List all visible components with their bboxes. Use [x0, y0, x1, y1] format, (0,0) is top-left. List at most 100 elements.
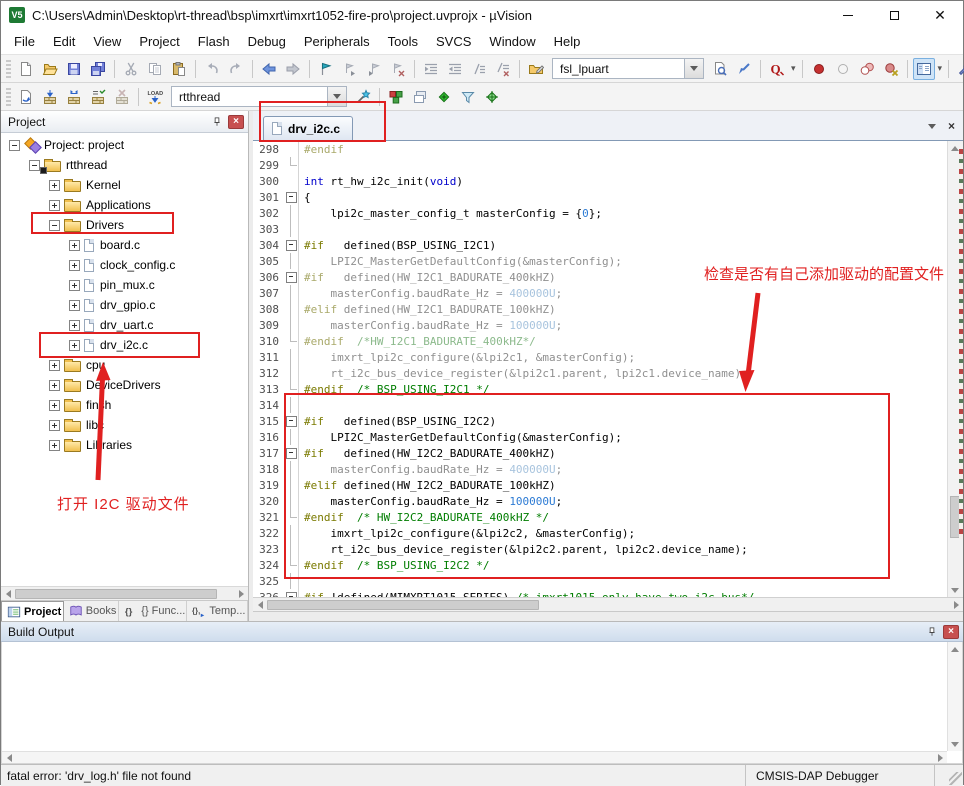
window-layout-button[interactable] [913, 58, 935, 80]
build-button[interactable] [39, 86, 61, 108]
code-line-308[interactable]: 308#elif defined(HW_I2C1_BADURATE_100kHZ… [253, 301, 947, 317]
menu-flash[interactable]: Flash [189, 30, 239, 53]
code-line-315[interactable]: 315#if defined(BSP_USING_I2C2) [253, 413, 947, 429]
expand-icon[interactable] [49, 200, 60, 211]
bp-kill-all-button[interactable] [880, 58, 902, 80]
pack-installer-button[interactable] [481, 86, 503, 108]
target-dropdown-button[interactable] [327, 87, 346, 106]
menu-edit[interactable]: Edit [44, 30, 84, 53]
code-line-319[interactable]: 319#elif defined(HW_I2C2_BADURATE_100kHZ… [253, 477, 947, 493]
save-all-button[interactable] [87, 58, 109, 80]
code-line-313[interactable]: 313#endif /* BSP_USING_I2C1 */ [253, 381, 947, 397]
fold-collapse-icon[interactable] [283, 589, 299, 597]
target-combobox[interactable]: rtthread [171, 86, 347, 107]
redo-button[interactable] [225, 58, 247, 80]
menu-project[interactable]: Project [130, 30, 188, 53]
build-output-content[interactable] [1, 642, 963, 764]
software-packs-button[interactable] [433, 86, 455, 108]
build-output-close-icon[interactable]: × [943, 625, 959, 639]
collapse-icon[interactable] [29, 160, 40, 171]
tree-item-libraries[interactable]: Libraries [1, 435, 248, 455]
undo-button[interactable] [201, 58, 223, 80]
find-combobox[interactable]: fsl_lpuart [552, 58, 704, 79]
scroll-up-icon[interactable] [948, 642, 962, 656]
manage-items-button[interactable] [409, 86, 431, 108]
scroll-right-icon[interactable] [933, 751, 947, 765]
tree-item-kernel[interactable]: Kernel [1, 175, 248, 195]
code-line-306[interactable]: 306#if defined(HW_I2C1_BADURATE_400kHZ) [253, 269, 947, 285]
scroll-down-icon[interactable] [948, 737, 962, 751]
find-in-files-button[interactable] [709, 58, 731, 80]
tree-item-devicedrivers[interactable]: DeviceDrivers [1, 375, 248, 395]
project-tree-hscrollbar[interactable] [1, 586, 248, 600]
menu-help[interactable]: Help [545, 30, 590, 53]
code-line-324[interactable]: 324#endif /* BSP_USING_I2C2 */ [253, 557, 947, 573]
scrollbar-thumb[interactable] [267, 600, 539, 610]
tree-item-drv-gpio-c[interactable]: drv_gpio.c [1, 295, 248, 315]
tree-item-finsh[interactable]: finsh [1, 395, 248, 415]
code-editor[interactable]: 298#endif299300int rt_hw_i2c_init(void)3… [253, 141, 947, 597]
project-panel-close-icon[interactable]: × [228, 115, 244, 129]
code-line-322[interactable]: 322 imxrt_lpi2c_configure(&lpi2c2, &mast… [253, 525, 947, 541]
paste-button[interactable] [168, 58, 190, 80]
target-value[interactable]: rtthread [172, 90, 327, 104]
scroll-left-icon[interactable] [2, 751, 16, 765]
tree-item-drv-i2c-c[interactable]: drv_i2c.c [1, 335, 248, 355]
fold-collapse-icon[interactable] [283, 445, 299, 461]
rebuild-button[interactable] [63, 86, 85, 108]
fold-collapse-icon[interactable] [283, 189, 299, 205]
expand-icon[interactable] [49, 380, 60, 391]
target-options-button[interactable] [352, 86, 374, 108]
code-line-298[interactable]: 298#endif [253, 141, 947, 157]
tree-item-clock-config-c[interactable]: clock_config.c [1, 255, 248, 275]
cut-button[interactable] [120, 58, 142, 80]
toolbar-grip[interactable] [6, 60, 11, 78]
configure-wrench-button[interactable] [954, 58, 964, 80]
code-line-303[interactable]: 303 [253, 221, 947, 237]
fold-collapse-icon[interactable] [283, 413, 299, 429]
expand-icon[interactable] [49, 360, 60, 371]
save-button[interactable] [63, 58, 85, 80]
filter-button[interactable] [457, 86, 479, 108]
uncomment-box-button[interactable] [492, 58, 514, 80]
code-line-307[interactable]: 307 masterConfig.baudRate_Hz = 400000U; [253, 285, 947, 301]
bookmark-next-button[interactable] [339, 58, 361, 80]
code-line-311[interactable]: 311 imxrt_lpi2c_configure(&lpi2c1, &mast… [253, 349, 947, 365]
code-line-302[interactable]: 302 lpi2c_master_config_t masterConfig =… [253, 205, 947, 221]
bp-disable-all-button[interactable] [856, 58, 878, 80]
bp-insert-button[interactable] [808, 58, 830, 80]
load-button[interactable]: LOAD [144, 86, 166, 108]
code-line-310[interactable]: 310#endif /*HW_I2C1_BADURATE_400kHZ*/ [253, 333, 947, 349]
dropdown-arrow-icon[interactable]: ▾ [791, 63, 796, 74]
expand-icon[interactable] [69, 320, 80, 331]
nav-back-button[interactable] [258, 58, 280, 80]
code-line-309[interactable]: 309 masterConfig.baudRate_Hz = 100000U; [253, 317, 947, 333]
translate-button[interactable] [15, 86, 37, 108]
expand-icon[interactable] [69, 260, 80, 271]
new-file-button[interactable] [15, 58, 37, 80]
code-line-304[interactable]: 304#if defined(BSP_USING_I2C1) [253, 237, 947, 253]
workspace-tab-books[interactable]: Books [64, 601, 120, 621]
scroll-right-icon[interactable] [949, 598, 963, 612]
bookmark-prev-button[interactable] [363, 58, 385, 80]
manage-rte-button[interactable] [385, 86, 407, 108]
expand-icon[interactable] [69, 240, 80, 251]
code-line-318[interactable]: 318 masterConfig.baudRate_Hz = 400000U; [253, 461, 947, 477]
scrollbar-thumb[interactable] [15, 589, 217, 599]
code-line-299[interactable]: 299 [253, 157, 947, 173]
code-line-325[interactable]: 325 [253, 573, 947, 589]
bp-enable-button[interactable] [832, 58, 854, 80]
menu-tools[interactable]: Tools [379, 30, 427, 53]
minimize-button[interactable] [825, 1, 871, 29]
menu-debug[interactable]: Debug [239, 30, 295, 53]
tree-item-project-project[interactable]: Project: project [1, 135, 248, 155]
editor-tab-drv-i2c[interactable]: drv_i2c.c [263, 116, 353, 140]
fold-collapse-icon[interactable] [283, 237, 299, 253]
expand-icon[interactable] [49, 420, 60, 431]
tab-list-dropdown-icon[interactable] [928, 124, 936, 129]
collapse-icon[interactable] [9, 140, 20, 151]
expand-icon[interactable] [49, 180, 60, 191]
indent-button[interactable] [420, 58, 442, 80]
menu-svcs[interactable]: SVCS [427, 30, 480, 53]
close-button[interactable]: ✕ [917, 1, 963, 29]
